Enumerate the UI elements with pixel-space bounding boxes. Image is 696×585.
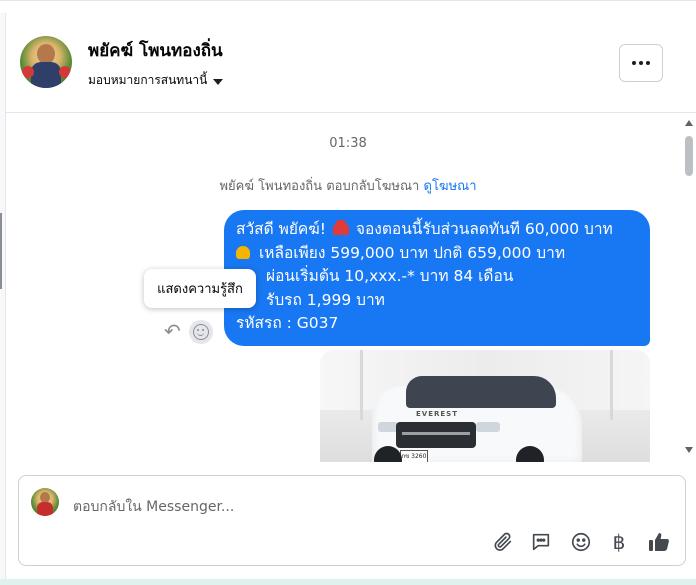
chat-bubble-icon: [532, 533, 550, 551]
message-line-1: สวัสดี พยัคฆ์! จองตอนนี้รับส่วนลดทันที 6…: [236, 220, 613, 238]
message-thread: 01:38 พยัคฆ์ โพนทองถิ่น ตอบกลับโฆษณา ดูโ…: [6, 114, 696, 462]
scroll-down-arrow-icon[interactable]: [685, 447, 693, 453]
assign-conversation-label: มอบหมายการสนทนานี้: [88, 73, 208, 87]
bell-emoji-icon: [236, 245, 250, 259]
conversation-panel: พยัคฆ์ โพนทองถิ่น มอบหมายการสนทนานี้ 01:…: [0, 0, 696, 585]
saved-replies-button[interactable]: [528, 529, 554, 555]
like-button[interactable]: [646, 529, 672, 555]
thread-scrollbar[interactable]: [682, 114, 696, 462]
avatar-face: [37, 44, 55, 64]
react-tooltip: แสดงความรู้สึก: [144, 269, 256, 308]
react-button[interactable]: [189, 320, 213, 344]
message-line-5: รหัสรถ : G037: [236, 314, 339, 332]
car-windshield: [406, 376, 556, 408]
message-timestamp: 01:38: [329, 136, 367, 151]
car-image-attachment[interactable]: EVEREST กข 3260: [320, 350, 650, 462]
view-ad-link[interactable]: ดูโฆษณา: [424, 179, 477, 194]
message-line-4: รับรถ 1,999 บาท: [266, 290, 385, 309]
message-input[interactable]: ตอบกลับใน Messenger...: [73, 496, 234, 518]
left-panel-indicator: [0, 213, 2, 289]
paperclip-icon: [494, 532, 512, 551]
avatar-garland-left: [22, 66, 34, 78]
car-emoji-icon: [332, 220, 349, 235]
ad-reply-note: พยัคฆ์ โพนทองถิ่น ตอบกลับโฆษณา ดูโฆษณา: [6, 175, 690, 196]
contact-avatar[interactable]: [20, 36, 72, 88]
emoji-icon: [571, 532, 591, 552]
avatar-body: [31, 62, 61, 88]
avatar-garland-right: [59, 66, 71, 78]
scroll-up-arrow-icon[interactable]: [685, 120, 693, 126]
outgoing-message-bubble[interactable]: สวัสดี พยัคฆ์! จองตอนนี้รับส่วนลดทันที 6…: [224, 210, 650, 346]
payment-button[interactable]: ฿: [606, 529, 632, 555]
scroll-thumb[interactable]: [685, 136, 693, 176]
more-horizontal-icon: [632, 61, 650, 65]
reply-composer[interactable]: ตอบกลับใน Messenger... ฿: [18, 475, 686, 566]
car-brand-text: EVEREST: [416, 410, 458, 418]
license-plate: กข 3260: [400, 450, 428, 462]
emoji-button[interactable]: [568, 529, 594, 555]
more-options-button[interactable]: [619, 44, 663, 82]
contact-name[interactable]: พยัคฆ์ โพนทองถิ่น: [88, 37, 223, 64]
smiley-reaction-icon: [193, 324, 209, 340]
message-line-3: ผ่อนเริ่มต้น 10,xxx.-* บาท 84 เดือน: [266, 267, 514, 285]
message-line-2: เหลือเพียง 599,000 บาท ปกติ 659,000 บาท: [236, 242, 638, 266]
bottom-strip: [0, 579, 696, 585]
page-avatar: [31, 488, 59, 516]
car-grille: [396, 422, 476, 448]
attach-file-button[interactable]: [490, 529, 516, 555]
thumbs-up-icon: [649, 533, 669, 551]
caret-down-icon: [213, 78, 224, 85]
reply-icon[interactable]: ↶: [164, 319, 181, 343]
baht-icon: ฿: [612, 530, 626, 554]
ad-reply-note-text: พยัคฆ์ โพนทองถิ่น ตอบกลับโฆษณา: [219, 179, 420, 194]
assign-conversation-dropdown[interactable]: มอบหมายการสนทนานี้: [88, 71, 224, 90]
conversation-header: พยัคฆ์ โพนทองถิ่น มอบหมายการสนทนานี้: [6, 13, 696, 113]
